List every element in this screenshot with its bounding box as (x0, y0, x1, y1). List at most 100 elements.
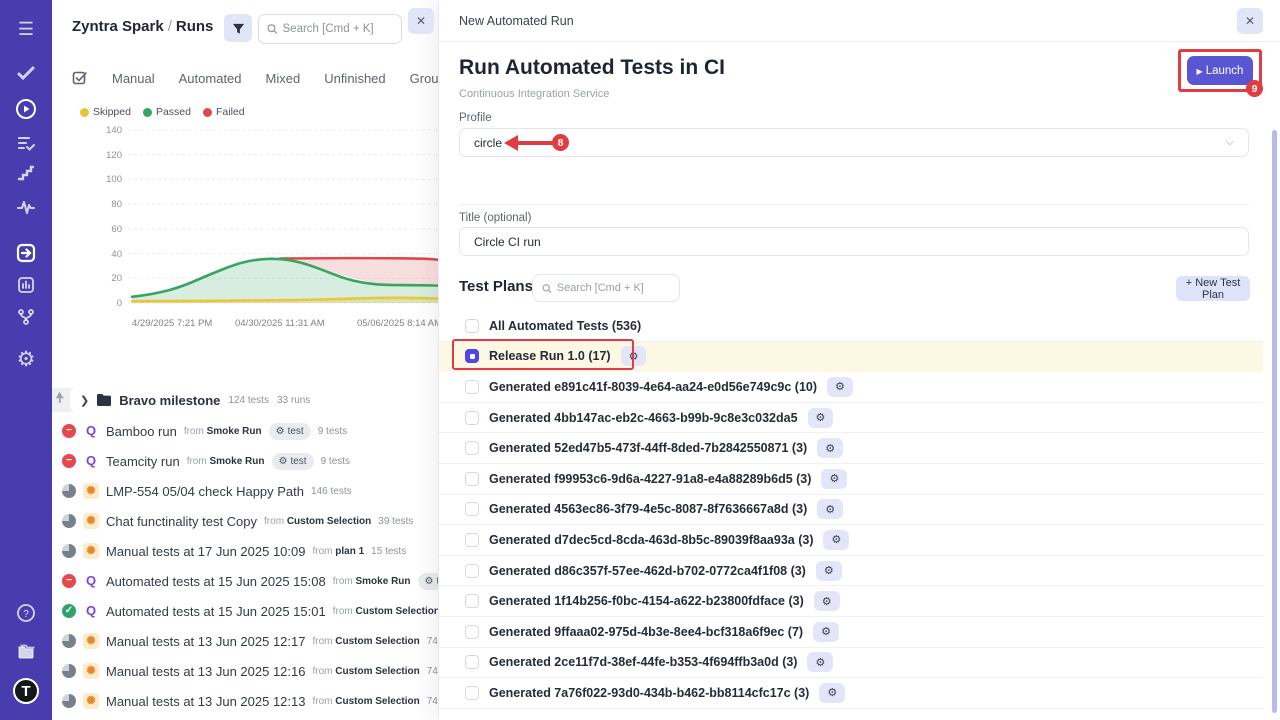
user-avatar[interactable]: T (0, 674, 52, 708)
check-icon[interactable] (0, 56, 52, 90)
checkbox[interactable] (465, 625, 479, 639)
chart-box-icon[interactable] (0, 268, 52, 302)
menu-icon[interactable]: ☰ (0, 12, 52, 46)
run-box-icon[interactable] (0, 236, 52, 270)
checkbox-checked[interactable] (465, 349, 479, 363)
failed-status-icon: − (62, 424, 76, 438)
test-plan-row[interactable]: Generated 7a76f022-93d0-434b-b462-bb8114… (439, 678, 1263, 709)
checkbox[interactable] (465, 502, 479, 516)
test-plan-row[interactable]: Generated 4bb147ac-eb2c-4663-b99b-9c8e3c… (439, 403, 1263, 434)
run-row[interactable]: ✺Manual tests at 13 Jun 2025 12:17from C… (52, 626, 440, 656)
tab-unfinished[interactable]: Unfinished (324, 71, 385, 86)
run-source: from Custom Selection (333, 606, 440, 617)
run-row[interactable]: ✺Manual tests at 13 Jun 2025 12:16from C… (52, 656, 440, 686)
folders-icon[interactable] (0, 634, 52, 668)
profile-select[interactable]: circle ⌵ (459, 128, 1249, 157)
test-plan-label: Generated d86c357f-57ee-462d-b702-0772ca… (489, 564, 806, 578)
checkbox[interactable] (465, 472, 479, 486)
plan-settings-gear-button[interactable]: ⚙ (823, 530, 849, 550)
section-divider (459, 204, 1249, 205)
test-plan-row[interactable]: Generated 4563ec86-3f79-4e5c-8087-8f7636… (439, 495, 1263, 526)
select-runs-icon[interactable] (72, 70, 88, 86)
search-input[interactable] (283, 23, 393, 35)
run-row[interactable]: ✺LMP-554 05/04 check Happy Path146 tests (52, 476, 440, 506)
plan-settings-gear-button[interactable]: ⚙ (816, 561, 842, 581)
test-plan-row[interactable]: Generated e891c41f-8039-4e64-aa24-e0d56e… (439, 372, 1263, 403)
test-plan-row[interactable]: Generated 52ed47b5-473f-44ff-8ded-7b2842… (439, 433, 1263, 464)
automated-run-icon: Q (83, 603, 99, 619)
run-row[interactable]: ✓QAutomated tests at 15 Jun 2025 15:01fr… (52, 596, 440, 626)
gear-icon[interactable]: ⚙ (0, 342, 52, 376)
area-chart-canvas (126, 120, 440, 318)
test-badge: ⚙test (269, 423, 311, 440)
branch-icon[interactable] (0, 300, 52, 334)
run-title: Bamboo run (106, 424, 177, 439)
run-row[interactable]: −QTeamcity runfrom Smoke Run⚙test9 tests (52, 446, 440, 476)
checkbox[interactable] (465, 564, 479, 578)
run-title: Manual tests at 17 Jun 2025 10:09 (106, 544, 305, 559)
checkbox[interactable] (465, 686, 479, 700)
plan-settings-gear-button[interactable]: ⚙ (827, 377, 853, 397)
test-plan-row[interactable]: Generated d7dec5cd-8cda-463d-8b5c-89039f… (439, 525, 1263, 556)
steps-icon[interactable] (0, 156, 52, 190)
launch-button[interactable]: ▶Launch (1187, 56, 1253, 85)
checkbox[interactable] (465, 411, 479, 425)
test-plan-row[interactable]: Generated d86c357f-57ee-462d-b702-0772ca… (439, 556, 1263, 587)
drawer-scrollbar[interactable] (1272, 130, 1277, 713)
run-title: Automated tests at 15 Jun 2025 15:01 (106, 604, 326, 619)
run-row[interactable]: ✺Chat functinality test Copyfrom Custom … (52, 506, 440, 536)
run-source: from Smoke Run (333, 576, 411, 587)
test-plans-search-input[interactable] (557, 282, 670, 294)
tab-manual[interactable]: Manual (112, 71, 155, 86)
tab-groups[interactable]: Groups (410, 71, 440, 86)
list-check-icon[interactable] (0, 126, 52, 160)
run-title: Automated tests at 15 Jun 2025 15:08 (106, 574, 326, 589)
plan-settings-gear-button[interactable]: ⚙ (807, 652, 833, 672)
plan-settings-gear-button[interactable]: ⚙ (813, 622, 839, 642)
plan-settings-gear-button[interactable]: ⚙ (817, 499, 843, 519)
checkbox[interactable] (465, 533, 479, 547)
plan-settings-gear-button[interactable]: ⚙ (621, 346, 647, 366)
test-plan-row[interactable]: Release Run 1.0 (17)⚙ (439, 342, 1263, 373)
plan-settings-gear-button[interactable]: ⚙ (817, 438, 843, 458)
test-plan-row[interactable]: Generated 9ffaaa02-975d-4b3e-8ee4-bcf318… (439, 617, 1263, 648)
run-row[interactable]: −QAutomated tests at 15 Jun 2025 15:08fr… (52, 566, 440, 596)
gear-icon: ⚙ (425, 576, 434, 587)
run-row[interactable]: ✺Manual tests at 13 Jun 2025 12:13from C… (52, 686, 440, 716)
help-icon[interactable]: ? (0, 596, 52, 630)
checkbox[interactable] (465, 380, 479, 394)
checkbox[interactable] (465, 594, 479, 608)
plan-settings-gear-button[interactable]: ⚙ (808, 408, 834, 428)
plan-settings-gear-button[interactable]: ⚙ (819, 683, 845, 703)
checkbox[interactable] (465, 655, 479, 669)
play-circle-icon[interactable] (0, 92, 52, 126)
plan-settings-gear-button[interactable]: ⚙ (814, 591, 840, 611)
filter-button[interactable] (224, 14, 252, 42)
breadcrumb-project[interactable]: Zyntra Spark (72, 18, 164, 35)
drawer-close-left-button[interactable]: ✕ (408, 8, 434, 34)
test-plan-row[interactable]: Generated 2ce11f7d-38ef-44fe-b353-4f694f… (439, 648, 1263, 679)
milestone-row[interactable]: ❯ Bravo milestone 124 tests 33 runs (52, 388, 440, 412)
y-tick: 60 (82, 224, 122, 235)
test-plan-label: Generated 4bb147ac-eb2c-4663-b99b-9c8e3c… (489, 411, 798, 425)
tab-mixed[interactable]: Mixed (266, 71, 301, 86)
test-plan-row[interactable]: Generated f99953c6-9d6a-4227-91a8-e4a882… (439, 464, 1263, 495)
legend-item-passed: Passed (143, 106, 191, 118)
chevron-right-icon[interactable]: ❯ (80, 394, 89, 407)
plan-settings-gear-button[interactable]: ⚙ (821, 469, 847, 489)
run-row[interactable]: −QBamboo runfrom Smoke Run⚙test9 tests (52, 416, 440, 446)
title-field[interactable] (459, 227, 1249, 256)
tab-automated[interactable]: Automated (179, 71, 242, 86)
close-icon[interactable]: ✕ (1237, 8, 1263, 34)
checkbox[interactable] (465, 441, 479, 455)
test-plan-row[interactable]: Generated 1f14b256-f0bc-4154-a622-b23800… (439, 586, 1263, 617)
test-plan-row[interactable]: All Automated Tests (536) (439, 311, 1263, 342)
run-source: from Custom Selection (312, 666, 419, 677)
run-row[interactable]: ✺Manual tests at 17 Jun 2025 10:09from p… (52, 536, 440, 566)
avatar: T (13, 678, 39, 704)
milestone-title: Bravo milestone (119, 393, 220, 408)
new-test-plan-button[interactable]: + New Test Plan (1176, 276, 1250, 301)
pulse-icon[interactable] (0, 190, 52, 224)
chart-x-axis: 4/29/2025 7:21 PM04/30/2025 11:31 AM05/0… (82, 318, 440, 332)
checkbox[interactable] (465, 319, 479, 333)
